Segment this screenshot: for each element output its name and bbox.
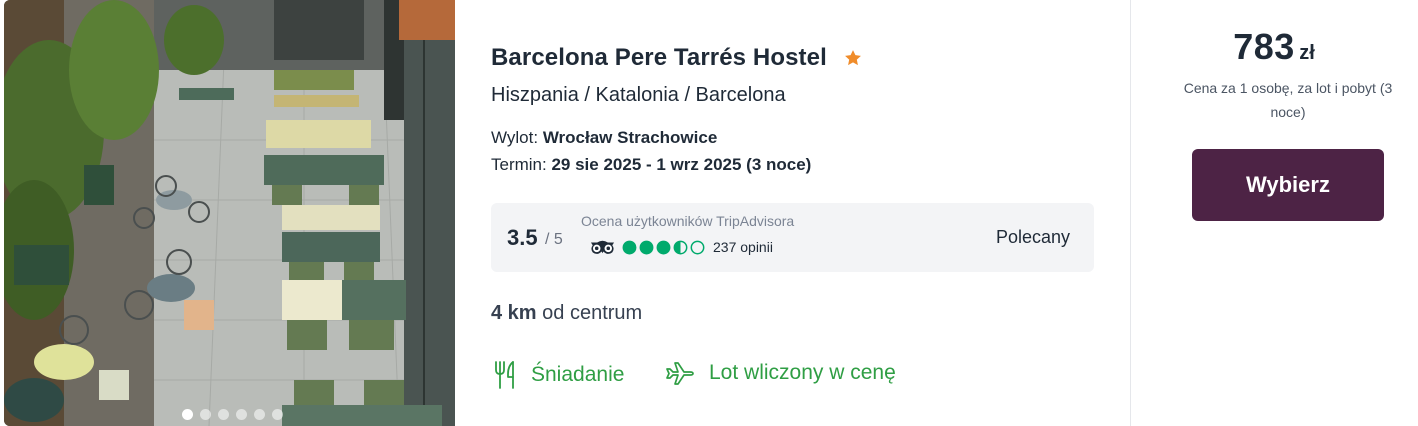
price-currency: zł — [1299, 42, 1315, 64]
rating-bubbles — [622, 240, 705, 255]
select-button[interactable]: Wybierz — [1192, 149, 1384, 221]
cutlery-icon — [495, 361, 514, 389]
feature-flight-included: Lot wliczony w cenę — [665, 360, 896, 386]
feature-label: Śniadanie — [531, 363, 625, 386]
rating-bubble — [622, 240, 637, 254]
dates-value: 29 sie 2025 - 1 wrz 2025 (3 noce) — [551, 155, 812, 174]
price-amount: 783 — [1233, 26, 1295, 67]
rating-verdict: Polecany — [995, 227, 1070, 247]
offer-card: Barcelona Pere Tarrés Hostel Hiszpania /… — [0, 0, 1418, 426]
gallery-dots — [182, 409, 283, 420]
rating-box: 3.5 / 5 Ocena użytkowników TripAdvisora … — [491, 203, 1094, 272]
dates-label: Termin: — [491, 155, 547, 174]
departure-label: Wylot: — [491, 128, 539, 147]
tripadvisor-label: Ocena użytkowników TripAdvisora — [581, 213, 795, 229]
rating-bubble — [639, 240, 654, 254]
gallery-dot[interactable] — [272, 409, 283, 420]
departure-info: Wylot: Wrocław Strachowice — [491, 128, 717, 148]
rating-bubble — [673, 240, 688, 254]
rating-score: 3.5 — [507, 225, 538, 250]
distance-label: od centrum — [542, 302, 643, 324]
reviews-count[interactable]: 237 opinii — [713, 239, 773, 255]
distance-value: 4 km — [491, 302, 537, 324]
distance-info: 4 km od centrum — [491, 302, 642, 325]
tripadvisor-owl-icon — [590, 240, 615, 254]
hotel-photo[interactable] — [4, 0, 455, 426]
dates-info: Termin: 29 sie 2025 - 1 wrz 2025 (3 noce… — [491, 155, 811, 175]
tripadvisor-row: 237 opinii — [589, 239, 773, 255]
price-display: 783 zł — [1130, 26, 1418, 68]
rating-bubble — [690, 240, 705, 254]
rating-max: / 5 — [545, 231, 563, 248]
feature-breakfast: Śniadanie — [493, 360, 624, 390]
airplane-icon — [666, 362, 694, 385]
departure-value: Wrocław Strachowice — [542, 128, 718, 147]
feature-label: Lot wliczony w cenę — [709, 361, 896, 384]
star-icon — [844, 50, 861, 66]
price-note: Cena za 1 osobę, za lot i pobyt (3 noce) — [1183, 80, 1393, 120]
gallery-dot[interactable] — [236, 409, 247, 420]
hotel-name[interactable]: Barcelona Pere Tarrés Hostel — [491, 44, 827, 72]
hotel-location: Hiszpania / Katalonia / Barcelona — [491, 84, 786, 106]
gallery-dot[interactable] — [218, 409, 229, 420]
rating-bubble — [656, 240, 671, 254]
hotel-title-row: Barcelona Pere Tarrés Hostel — [491, 44, 863, 72]
courtyard-image — [4, 0, 455, 426]
gallery-dot[interactable] — [254, 409, 265, 420]
gallery-dot[interactable] — [200, 409, 211, 420]
gallery-dot[interactable] — [182, 409, 193, 420]
